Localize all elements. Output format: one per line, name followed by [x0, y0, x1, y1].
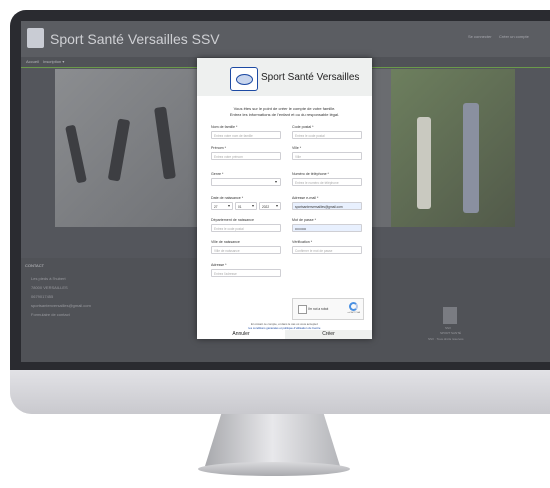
intro-line-2: Entrez les informations de l'enfant et o…	[229, 112, 340, 117]
label-family-name: Nom de famille *	[211, 125, 238, 129]
label-birth-department: Département de naissance	[211, 218, 254, 222]
contact-email[interactable]: sportsantenversailles@gmail.com	[31, 303, 91, 308]
contact-city: 78000 VERSAILLES	[31, 285, 68, 290]
create-button[interactable]: Créer	[285, 330, 372, 339]
modal-title: Sport Santé Versailles	[261, 72, 360, 83]
phone-input[interactable]: Entrez le numéro de téléphone	[292, 178, 362, 186]
chevron-down-icon[interactable]: ▾	[276, 203, 278, 208]
nav-home[interactable]: Accueil	[26, 59, 39, 64]
site-title: Sport Santé Versailles SSV	[50, 31, 220, 47]
email-input[interactable]: sportsantenversailles@gmail.com	[292, 202, 362, 210]
login-link[interactable]: Se connecter	[468, 34, 492, 39]
footer-copyright: SSV · Tous droits réservés	[428, 337, 464, 341]
contact-phone[interactable]: 0679017455	[31, 294, 53, 299]
chevron-down-icon[interactable]: ▾	[228, 203, 230, 208]
nordic-walking-photo	[391, 69, 515, 227]
site-header: Sport Santé Versailles SSV Se connecter …	[21, 21, 550, 57]
postal-code-input[interactable]: Entrez le code postal	[292, 131, 362, 139]
yoga-photo	[55, 69, 209, 227]
gender-select[interactable]	[211, 178, 281, 186]
modal-header: Sport Santé Versailles	[197, 58, 372, 96]
label-city: Ville *	[292, 146, 302, 150]
recaptcha-checkbox[interactable]	[298, 305, 307, 314]
password-input[interactable]: ••••••••••	[292, 224, 362, 232]
screen: Sport Santé Versailles SSV Se connecter …	[21, 21, 550, 362]
nav-signup[interactable]: Inscription ▾	[43, 59, 64, 64]
monitor-base	[198, 462, 350, 476]
label-password-confirm: Vérification *	[292, 240, 313, 244]
ssv-logo-icon	[230, 67, 258, 91]
city-input[interactable]: Ville	[292, 152, 362, 160]
first-name-input[interactable]: Entrez votre prénom	[211, 152, 281, 160]
family-name-input[interactable]: Entrez votre nom de famille	[211, 131, 281, 139]
monitor-stand	[205, 414, 340, 466]
recaptcha-icon	[349, 302, 358, 311]
label-address: Adresse *	[211, 263, 227, 267]
footer-logo	[443, 307, 457, 324]
cancel-button[interactable]: Annuler	[197, 330, 285, 339]
intro-line-1: Vous êtes sur le point de créer le compt…	[233, 106, 336, 111]
address-input[interactable]: Entrez l'adresse	[211, 269, 281, 277]
label-postal-code: Code postal *	[292, 125, 314, 129]
recaptcha-label: I'm not a robot	[308, 307, 329, 311]
birth-department-input[interactable]: Entrez le code postal	[211, 224, 281, 232]
label-birth-city: Ville de naissance	[211, 240, 240, 244]
label-password: Mot de passe *	[292, 218, 316, 222]
footer-brand: SSV	[445, 326, 452, 330]
contact-address: Les pieds à l'hubert	[31, 276, 66, 281]
chevron-down-icon[interactable]: ▾	[252, 203, 254, 208]
signup-modal: Sport Santé Versailles Vous êtes sur le …	[197, 58, 372, 339]
signup-link[interactable]: Créer un compte	[499, 34, 529, 39]
chevron-down-icon[interactable]: ▾	[275, 179, 277, 184]
birth-city-input[interactable]: Ville de naissance	[211, 246, 281, 254]
label-first-name: Prénom *	[211, 146, 226, 150]
recaptcha-brand: reCAPTCHA	[347, 312, 360, 314]
contact-heading: CONTACT	[25, 263, 45, 268]
label-phone: Numéro de téléphone *	[292, 172, 329, 176]
site-logo[interactable]	[27, 28, 44, 48]
label-gender: Genre *	[211, 172, 224, 176]
label-birth-date: Date de naissance *	[211, 196, 244, 200]
monitor-chin	[10, 370, 550, 414]
legal-notice: En créant ce compte, et dans le cas où v…	[197, 322, 372, 330]
contact-form-link[interactable]: Formulaire de contact	[31, 312, 70, 317]
recaptcha-widget: I'm not a robot reCAPTCHA	[292, 298, 364, 320]
label-email: Adresse e-mail *	[292, 196, 319, 200]
password-confirm-input[interactable]: Confirmer le mot de passe	[292, 246, 362, 254]
footer-sub: SPORT SANTÉ	[440, 331, 462, 335]
